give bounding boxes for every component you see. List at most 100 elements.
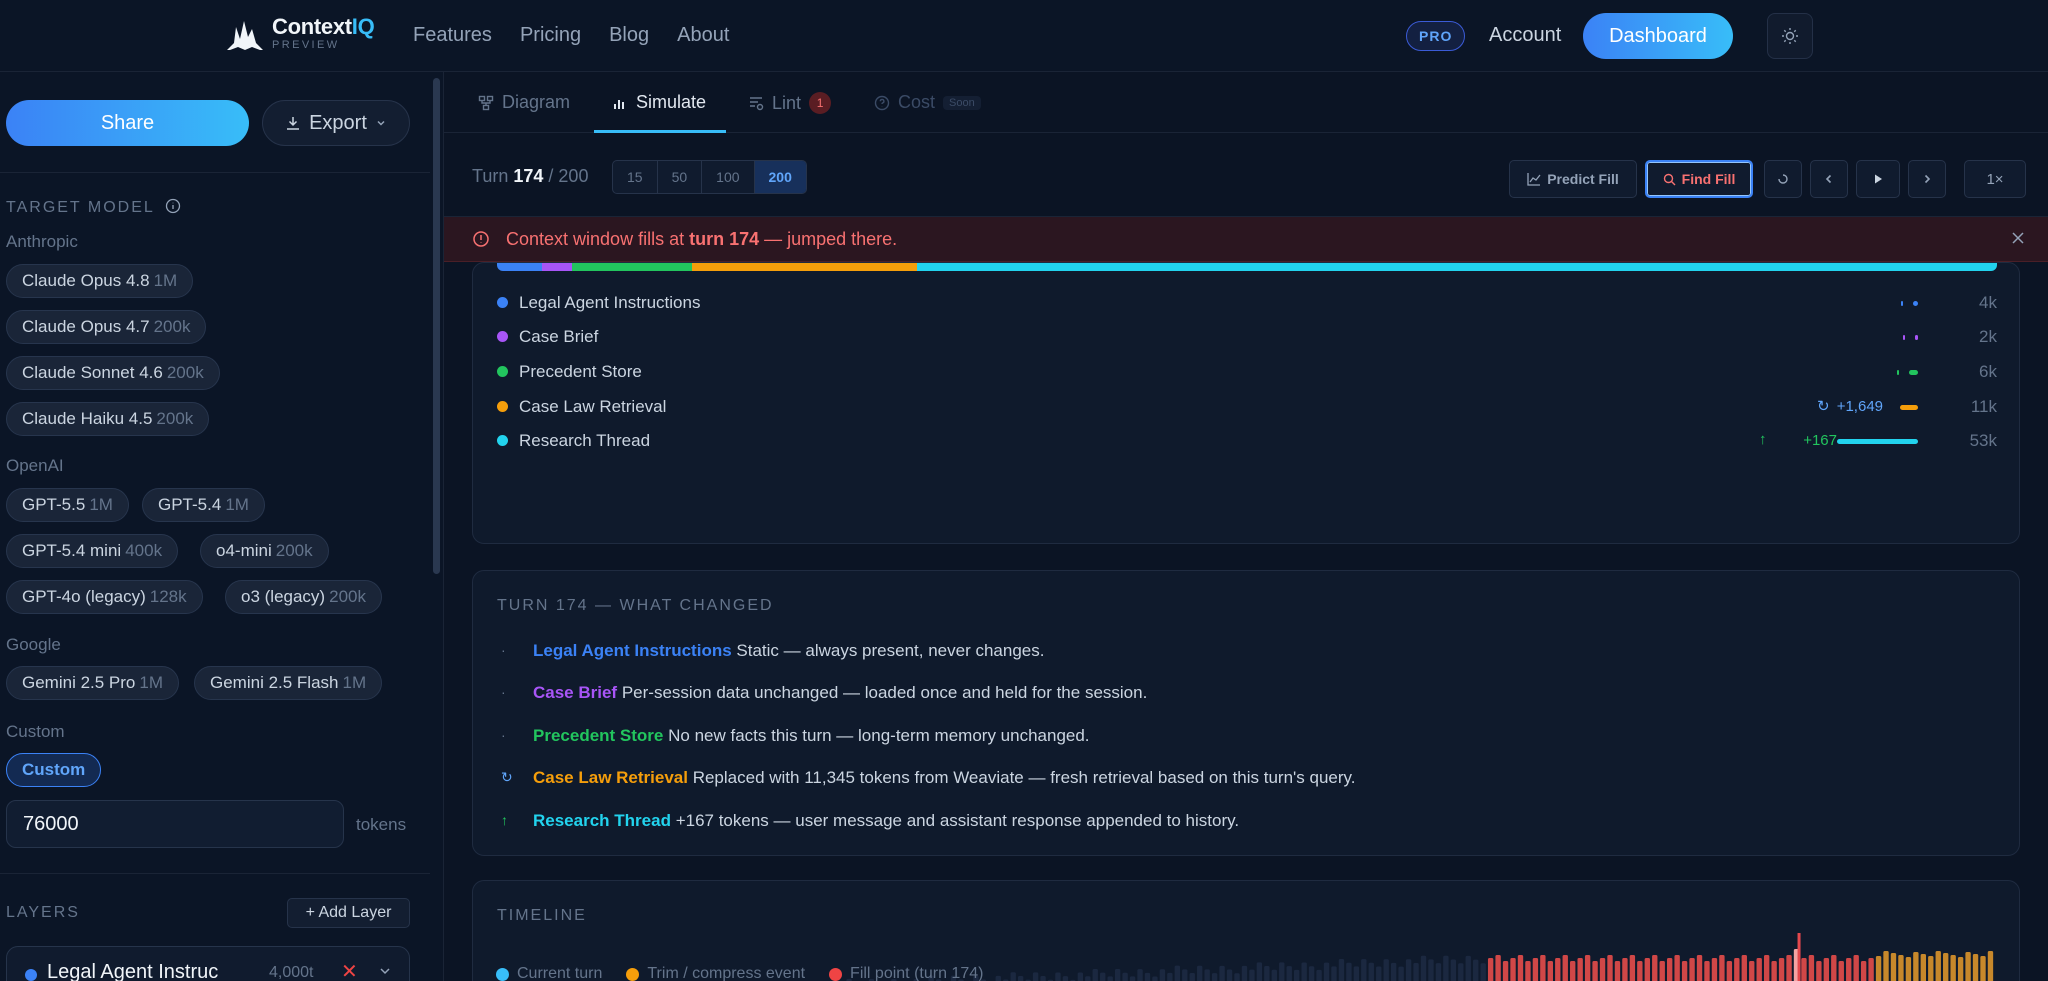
timeline-bar[interactable] [1040, 976, 1046, 981]
export-button[interactable]: Export [262, 100, 410, 146]
timeline-bar[interactable] [1883, 951, 1889, 981]
layer-card[interactable]: Legal Agent Instruc 4,000t ✕ [6, 946, 410, 981]
nav-features[interactable]: Features [413, 24, 492, 47]
timeline-bar[interactable] [1823, 958, 1830, 981]
find-fill-button[interactable]: Find Fill [1645, 160, 1753, 198]
timeline-bar[interactable] [1666, 958, 1673, 981]
timeline-bar[interactable] [1234, 973, 1240, 981]
dashboard-button[interactable]: Dashboard [1583, 13, 1733, 59]
timeline-bar[interactable] [1659, 961, 1665, 981]
timeline-bar[interactable] [1159, 969, 1166, 981]
timeline-bar[interactable] [1301, 962, 1307, 981]
model-chip[interactable]: GPT-5.5 1M [6, 488, 129, 522]
timeline-bar[interactable] [1778, 958, 1785, 981]
timeline-bar[interactable] [1256, 962, 1263, 981]
model-chip[interactable]: Gemini 2.5 Pro 1M [6, 666, 180, 700]
info-icon[interactable] [165, 198, 181, 214]
model-chip[interactable]: Gemini 2.5 Flash 1M [194, 666, 383, 700]
timeline-bar[interactable] [1368, 962, 1374, 981]
custom-tokens-input[interactable]: 76000 [6, 800, 344, 848]
timeline-bar[interactable] [1972, 954, 1979, 981]
timeline-bar[interactable] [1480, 963, 1486, 981]
timeline-bar[interactable] [1622, 958, 1628, 981]
timeline-bar[interactable] [1555, 958, 1561, 981]
timeline-bar[interactable] [1376, 966, 1382, 981]
timeline-bar[interactable] [1405, 959, 1412, 981]
timeline-bar[interactable] [1353, 966, 1360, 981]
timeline-bar[interactable] [1644, 958, 1650, 981]
timeline-bar[interactable] [1137, 969, 1143, 981]
add-layer-button[interactable]: + Add Layer [287, 898, 410, 928]
model-chip[interactable]: GPT-4o (legacy) 128k [6, 580, 203, 614]
timeline-bar[interactable] [1517, 955, 1524, 981]
nav-about[interactable]: About [677, 24, 729, 47]
timeline-bar[interactable] [1122, 972, 1128, 981]
timeline-bar[interactable] [1167, 972, 1173, 981]
timeline-bar[interactable] [1704, 961, 1710, 981]
timeline-bar[interactable] [1734, 958, 1740, 981]
timeline-bar[interactable] [1465, 955, 1471, 981]
nav-pricing[interactable]: Pricing [520, 24, 581, 47]
timeline-bar[interactable] [1763, 955, 1770, 981]
previous-turn-button[interactable] [1810, 160, 1848, 198]
preset-100[interactable]: 100 [702, 161, 755, 193]
timeline-bar[interactable] [1980, 956, 1986, 981]
play-button[interactable] [1856, 160, 1900, 198]
timeline-bar[interactable] [1129, 976, 1136, 981]
timeline-bar[interactable] [1316, 969, 1322, 981]
timeline-bar[interactable] [1420, 955, 1427, 981]
timeline-bar[interactable] [1197, 965, 1203, 981]
timeline-bar[interactable] [1540, 955, 1546, 981]
timeline-bar[interactable] [1390, 962, 1397, 981]
timeline-bar[interactable] [1592, 961, 1598, 981]
timeline-bar[interactable] [1323, 962, 1330, 981]
timeline-bar[interactable] [1801, 958, 1807, 981]
timeline-bar[interactable] [1935, 951, 1941, 981]
timeline-bar[interactable] [1308, 966, 1315, 981]
timeline-bar[interactable] [1637, 961, 1643, 981]
timeline-bar[interactable] [1226, 969, 1233, 981]
timeline-bar[interactable] [1853, 955, 1859, 981]
timeline-bar[interactable] [1719, 955, 1725, 981]
timeline-bar[interactable] [1219, 965, 1225, 981]
tab-simulate[interactable]: Simulate [612, 92, 706, 113]
nav-blog[interactable]: Blog [609, 24, 649, 47]
predict-fill-button[interactable]: Predict Fill [1509, 160, 1637, 198]
timeline-bar[interactable] [1279, 962, 1285, 981]
timeline-bar[interactable] [1562, 955, 1568, 981]
timeline-bar[interactable] [1100, 972, 1106, 981]
timeline-bar[interactable] [1950, 955, 1956, 981]
tab-cost[interactable]: Cost Soon [874, 92, 981, 113]
timeline-bar[interactable] [1510, 958, 1516, 981]
timeline-bar[interactable] [1577, 958, 1583, 981]
tab-diagram[interactable]: Diagram [478, 92, 570, 113]
timeline-bar[interactable] [1928, 956, 1934, 981]
timeline-bar[interactable] [1271, 969, 1277, 981]
reset-button[interactable] [1764, 160, 1802, 198]
timeline-bar[interactable] [1808, 955, 1815, 981]
preset-15[interactable]: 15 [613, 161, 658, 193]
delete-layer-icon[interactable]: ✕ [341, 959, 358, 981]
timeline-bar[interactable] [1614, 961, 1621, 981]
preset-50[interactable]: 50 [658, 161, 703, 193]
playback-speed-button[interactable]: 1× [1964, 160, 2026, 198]
timeline-bar[interactable] [1987, 951, 1994, 981]
timeline-bar[interactable] [1338, 959, 1345, 981]
timeline-bar[interactable] [1898, 955, 1904, 981]
timeline-bar[interactable] [1428, 959, 1434, 981]
model-chip[interactable]: o3 (legacy) 200k [225, 580, 382, 614]
timeline-bar[interactable] [1905, 957, 1912, 981]
timeline-bar[interactable] [1532, 958, 1539, 981]
timeline-bar[interactable] [995, 975, 1001, 981]
timeline-bar[interactable] [1689, 958, 1695, 981]
timeline-bar[interactable] [1525, 961, 1531, 981]
timeline-bar[interactable] [1868, 958, 1874, 981]
timeline-bar[interactable] [1726, 961, 1733, 981]
timeline-bar[interactable] [1085, 976, 1091, 981]
model-chip[interactable]: o4-mini 200k [200, 534, 329, 568]
timeline-bar[interactable] [1584, 955, 1591, 981]
timeline-bar[interactable] [1286, 966, 1292, 981]
timeline-bar[interactable] [1443, 955, 1449, 981]
model-chip[interactable]: GPT-5.4 mini 400k [6, 534, 179, 568]
tab-lint[interactable]: Lint 1 [748, 92, 832, 114]
